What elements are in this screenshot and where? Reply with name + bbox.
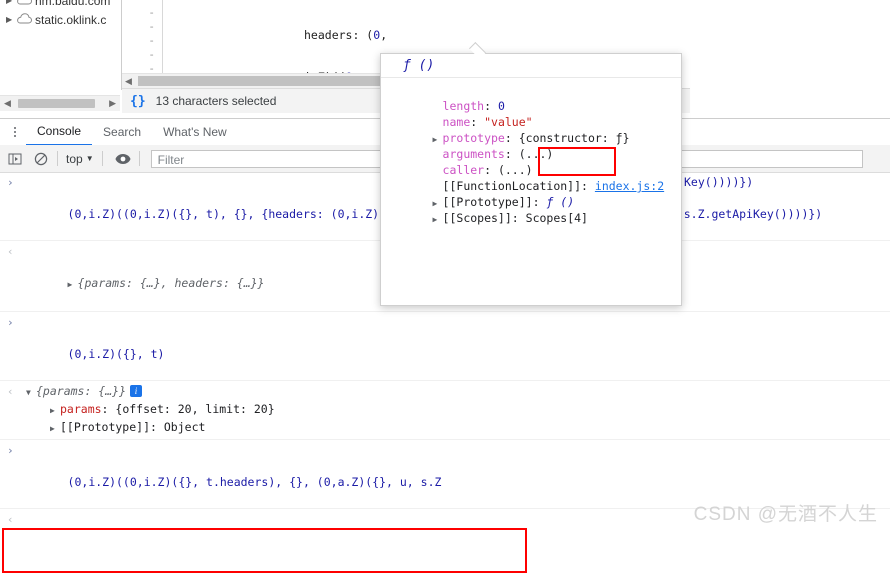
property-separator: : [484, 163, 498, 177]
tree-item-hm-baidu[interactable]: ▶ hm.baidu.com [0, 0, 121, 10]
console-input-row[interactable]: › (0,i.Z)({}, t) [0, 312, 890, 381]
property-separator: : [581, 179, 595, 193]
expand-triangle-icon[interactable]: ▶ [68, 277, 78, 293]
file-navigator-tree[interactable]: ▶ hm.baidu.com ▶ static.oklink.c [0, 0, 122, 90]
scroll-left-arrow-icon[interactable]: ◀ [125, 76, 132, 87]
property-key: params [60, 402, 102, 416]
cloud-icon [16, 0, 33, 8]
csdn-watermark: CSDN @无酒不人生 [693, 504, 878, 525]
console-sidebar-icon[interactable] [4, 148, 26, 170]
property-separator: : [532, 195, 547, 209]
popover-property-row[interactable]: length: 0 [381, 82, 681, 113]
input-caret-icon: › [7, 176, 14, 189]
property-key: length [442, 99, 485, 113]
execution-context-value: top [66, 151, 83, 166]
more-options-kebab-icon[interactable] [4, 127, 26, 137]
property-separator: : [470, 115, 485, 129]
property-key: [[Scopes]] [442, 211, 512, 225]
property-value: (...) [497, 163, 533, 177]
chevron-right-icon[interactable]: ▶ [6, 15, 16, 24]
object-property-row[interactable]: ▶ [[Prototype]]: Object [26, 419, 890, 437]
tree-item-static-oklink[interactable]: ▶ static.oklink.c [0, 10, 121, 29]
property-key: name [442, 115, 471, 129]
property-key: prototype [442, 131, 505, 145]
popover-title: ƒ () [381, 54, 681, 78]
tab-console[interactable]: Console [26, 119, 93, 146]
property-value: Scopes[4] [525, 211, 588, 225]
live-expression-eye-icon[interactable] [112, 148, 134, 170]
expand-triangle-icon[interactable]: ▶ [50, 420, 60, 437]
execution-context-selector[interactable]: top ▼ [63, 152, 97, 166]
info-badge-icon[interactable]: i [130, 385, 143, 397]
property-key: [[Prototype]] [442, 195, 533, 209]
property-key: arguments [442, 147, 505, 161]
output-caret-icon: ‹ [7, 513, 14, 526]
tree-item-label: hm.baidu.com [35, 0, 111, 8]
property-value: {offset: 20, limit: 20} [115, 402, 275, 416]
tree-item-label: static.oklink.c [35, 12, 107, 27]
property-separator: : [504, 131, 519, 145]
scrollbar-thumb[interactable] [18, 99, 95, 108]
gutter-mark: - [148, 20, 155, 33]
file-tree-horizontal-scrollbar[interactable]: ◀ ▶ [0, 95, 120, 111]
property-value: {constructor: ƒ} [518, 131, 630, 145]
tab-whats-new[interactable]: What's New [152, 120, 238, 145]
property-value: (...) [518, 147, 554, 161]
chevron-down-icon[interactable]: ▼ [86, 154, 94, 163]
braces-icon[interactable]: {} [130, 94, 146, 109]
collapse-triangle-icon[interactable]: ▼ [26, 385, 36, 401]
object-property-row[interactable]: ▶ params: {offset: 20, limit: 20} [26, 401, 890, 419]
gutter-mark: - [148, 48, 155, 61]
expand-triangle-icon[interactable]: ▶ [50, 402, 60, 419]
toolbar-divider [57, 151, 58, 166]
property-separator: : [504, 147, 519, 161]
property-separator: : [484, 99, 498, 113]
object-preview: {params: {…}} [36, 384, 127, 398]
toolbar-divider [138, 151, 140, 166]
scroll-right-arrow-icon[interactable]: ▶ [109, 98, 116, 109]
source-location-link[interactable]: index.js:2 [595, 179, 664, 193]
property-value: Object [163, 420, 206, 434]
selection-status-text: 13 characters selected [155, 94, 277, 108]
property-key: [[FunctionLocation]] [442, 179, 582, 193]
gutter-mark: - [148, 6, 155, 19]
scroll-left-arrow-icon[interactable]: ◀ [4, 98, 11, 109]
clear-console-icon[interactable] [30, 148, 52, 170]
editor-line-gutter: - - - - - [122, 0, 163, 73]
console-expression: (0,i.Z)({}, t) [67, 347, 165, 361]
expand-triangle-icon[interactable]: ▶ [433, 212, 443, 228]
property-value: ƒ () [546, 195, 575, 209]
property-separator: : [511, 211, 526, 225]
input-caret-icon: › [7, 444, 14, 457]
output-caret-icon: ‹ [7, 245, 14, 258]
console-expression: (0,i.Z)((0,i.Z)({}, t.headers), {}, (0,a… [67, 475, 442, 489]
property-key: caller [442, 163, 485, 177]
object-preview: {params: {…}, headers: {…}} [77, 276, 265, 290]
function-properties-popover[interactable]: ƒ () length: 0 name: "value" ▶ prototype:… [380, 53, 682, 306]
chevron-right-icon[interactable]: ▶ [6, 0, 16, 5]
gutter-mark: - [148, 34, 155, 47]
property-value: "value" [484, 115, 533, 129]
cloud-icon [16, 12, 33, 27]
console-expression-overflow: Key())))}) [684, 175, 754, 189]
input-caret-icon: › [7, 316, 14, 329]
property-key: [[Prototype]] [60, 420, 151, 434]
toolbar-divider [101, 151, 103, 166]
console-output-row-expanded[interactable]: ‹ ▼ {params: {…}} i ▶ params: {offset: 20, … [0, 381, 890, 440]
code-line: headers: (0, [304, 28, 388, 42]
output-caret-icon: ‹ [7, 385, 14, 398]
gutter-mark: - [148, 62, 155, 73]
property-value: 0 [497, 99, 505, 113]
tab-search[interactable]: Search [92, 120, 152, 145]
